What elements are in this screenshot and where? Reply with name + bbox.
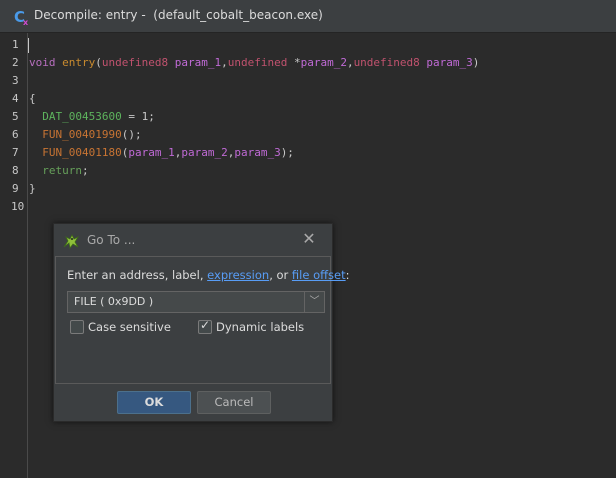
prompt-mid: , or: [269, 268, 292, 282]
code-token[interactable]: DAT_00453600: [42, 110, 121, 123]
prompt-prefix: Enter an address, label,: [67, 268, 208, 282]
line-number: 5: [12, 110, 19, 123]
code-token[interactable]: param_1: [128, 146, 174, 159]
code-line[interactable]: {: [29, 92, 36, 106]
code-line[interactable]: FUN_00401180(param_1,param_2,param_3);: [29, 146, 294, 160]
code-token: ();: [121, 128, 142, 141]
address-input[interactable]: FILE ( 0x9DD ): [74, 295, 153, 308]
code-token: = 1;: [121, 110, 155, 123]
code-token[interactable]: param_2: [301, 56, 347, 69]
code-token: ;: [82, 164, 89, 177]
code-token: );: [280, 146, 294, 159]
close-icon[interactable]: ✕: [300, 230, 318, 248]
code-token: ,: [346, 56, 354, 69]
address-combo[interactable]: FILE ( 0x9DD ) ﹀: [67, 291, 325, 313]
window-titlebar: C x Decompile: entry - (default_cobalt_b…: [0, 0, 616, 33]
code-token[interactable]: undefined8: [102, 56, 168, 69]
code-token[interactable]: undefined: [228, 56, 288, 69]
code-token[interactable]: FUN_00401990: [42, 128, 121, 141]
code-line[interactable]: FUN_00401990();: [29, 128, 142, 142]
code-token: *: [287, 56, 301, 69]
code-token: {: [29, 92, 36, 105]
goto-dialog: Go To ... ✕ Enter an address, label, exp…: [53, 223, 350, 422]
code-token[interactable]: entry: [62, 56, 95, 69]
goto-panel: Enter an address, label, expression, or …: [55, 256, 350, 384]
code-token[interactable]: return: [42, 164, 82, 177]
code-token: (: [95, 56, 102, 69]
goto-prompt: Enter an address, label, expression, or …: [67, 268, 350, 282]
dialog-title: Go To ...: [87, 233, 136, 247]
line-number: 2: [12, 56, 19, 69]
line-number: 7: [12, 146, 19, 159]
code-token[interactable]: param_3: [234, 146, 280, 159]
dragon-icon: [63, 234, 80, 249]
code-line[interactable]: DAT_00453600 = 1;: [29, 110, 155, 124]
expression-link[interactable]: expression: [207, 268, 269, 282]
chevron-down-icon[interactable]: ﹀: [304, 292, 324, 312]
cancel-button[interactable]: Cancel: [197, 391, 271, 414]
check-icon: ✓: [200, 318, 211, 332]
case-sensitive-checkbox[interactable]: [70, 320, 84, 334]
line-number: 10: [11, 200, 25, 213]
code-token[interactable]: undefined8: [354, 56, 420, 69]
line-number: 6: [12, 128, 19, 141]
code-token: ,: [221, 56, 228, 69]
text-cursor: [28, 38, 29, 53]
line-number: 3: [12, 74, 19, 87]
dynamic-labels-label: Dynamic labels: [216, 320, 305, 334]
line-number: 4: [12, 92, 19, 105]
code-line[interactable]: void entry(undefined8 param_1,undefined …: [29, 56, 479, 70]
window-title: Decompile: entry - (default_cobalt_beaco…: [34, 8, 323, 22]
code-token[interactable]: param_2: [181, 146, 227, 159]
code-token[interactable]: void: [29, 56, 56, 69]
code-line[interactable]: }: [29, 182, 36, 196]
code-token: }: [29, 182, 36, 195]
code-token[interactable]: param_1: [175, 56, 221, 69]
code-token: ): [472, 56, 480, 69]
prompt-suffix: :: [345, 268, 350, 282]
file-offset-link[interactable]: file offset: [292, 268, 346, 282]
line-number: 9: [12, 182, 19, 195]
dynamic-labels-checkbox[interactable]: ✓: [198, 318, 212, 334]
svg-text:x: x: [23, 18, 29, 26]
code-token[interactable]: param_3: [426, 56, 472, 69]
line-number: 1: [12, 38, 19, 51]
case-sensitive-label: Case sensitive: [88, 320, 171, 334]
line-number: 8: [12, 164, 19, 177]
code-token[interactable]: FUN_00401180: [42, 146, 121, 159]
ok-button[interactable]: OK: [117, 391, 191, 414]
code-line[interactable]: return;: [29, 164, 89, 178]
decompiler-icon: C x: [14, 8, 29, 26]
